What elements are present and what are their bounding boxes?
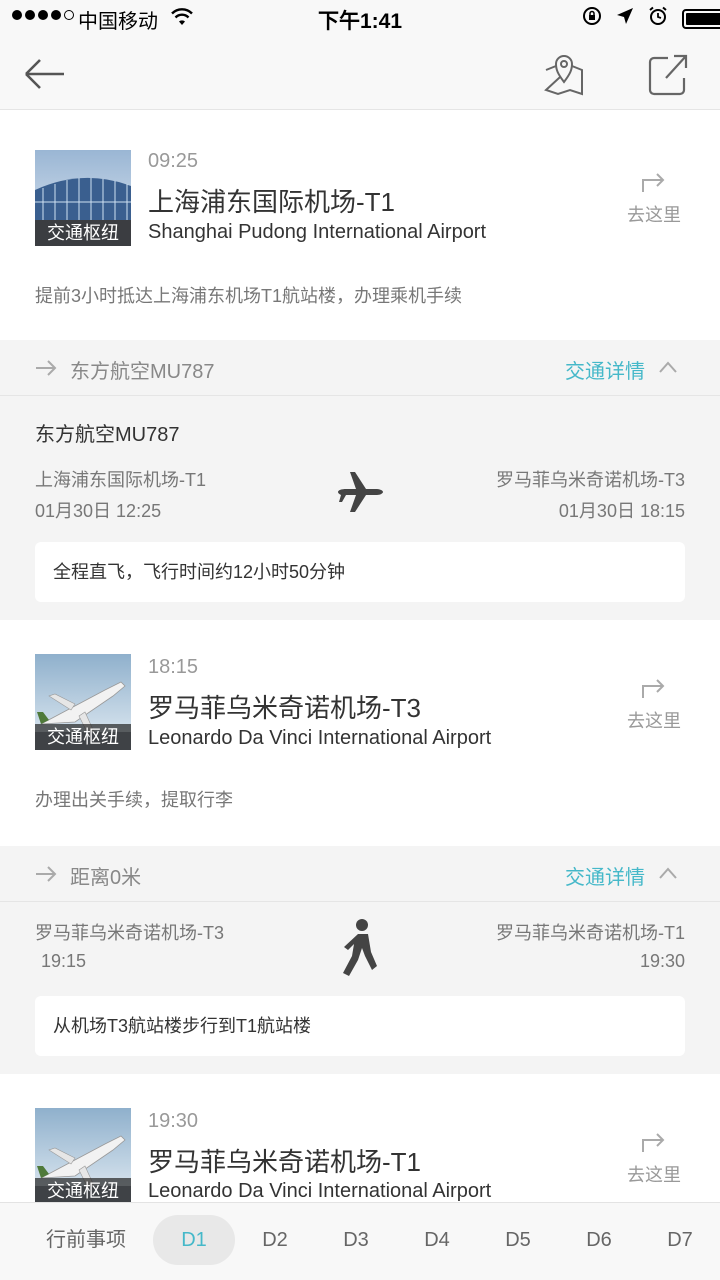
flight-number: 东方航空MU787 xyxy=(35,424,180,446)
transit-detail: 东方航空MU787 上海浦东国际机场-T1 01月30日 12:25 罗马菲乌米… xyxy=(0,396,720,620)
transit-from-time: 19:15 xyxy=(41,951,87,971)
go-here-label: 去这里 xyxy=(627,711,681,731)
right-arrow-icon xyxy=(36,360,57,376)
stop-time: 18:15 xyxy=(148,656,199,678)
transit-from: 罗马菲乌米奇诺机场-T3 xyxy=(35,923,224,943)
stop-card[interactable]: 交通枢纽 19:30 罗马菲乌米奇诺机场-T1 Leonardo Da Vinc… xyxy=(0,1074,720,1202)
transit-note: 从机场T3航站楼步行到T1航站楼 xyxy=(35,996,685,1056)
tab-d7[interactable]: D7 xyxy=(639,1215,720,1265)
go-here-button[interactable]: 去这里 xyxy=(612,674,696,733)
transit-title: 距离0米 xyxy=(70,867,142,889)
turn-right-icon xyxy=(642,679,665,698)
go-here-label: 去这里 xyxy=(627,1165,681,1185)
transit-to-time: 19:30 xyxy=(639,951,685,971)
go-here-label: 去这里 xyxy=(627,205,681,225)
tab-d3[interactable]: D3 xyxy=(315,1215,397,1265)
transit-detail: 罗马菲乌米奇诺机场-T3 19:15 罗马菲乌米奇诺机场-T1 19:30 从机… xyxy=(0,902,720,1074)
stop-time: 09:25 xyxy=(148,150,199,172)
transit-title: 东方航空MU787 xyxy=(70,361,215,383)
airplane-icon xyxy=(338,472,383,512)
stop-name: 罗马菲乌米奇诺机场-T1 xyxy=(148,1147,422,1177)
stop-name: 罗马菲乌米奇诺机场-T3 xyxy=(148,693,422,723)
stop-thumbnail: 交通枢纽 xyxy=(35,1108,131,1202)
tab-d1[interactable]: D1 xyxy=(153,1215,235,1265)
transit-from: 上海浦东国际机场-T1 xyxy=(35,470,206,490)
tab-d2[interactable]: D2 xyxy=(234,1215,316,1265)
day-tab-bar: 行前事项 D1 D2 D3 D4 D5 D6 D7 xyxy=(0,1202,720,1280)
stop-tag: 交通枢纽 xyxy=(35,724,131,750)
rotation-lock-icon xyxy=(582,6,602,31)
nav-bar xyxy=(0,38,720,110)
tab-d5[interactable]: D5 xyxy=(477,1215,559,1265)
stop-card[interactable]: 交通枢纽 18:15 罗马菲乌米奇诺机场-T3 Leonardo Da Vinc… xyxy=(0,620,720,846)
stop-thumbnail: 交通枢纽 xyxy=(35,150,131,246)
share-icon[interactable] xyxy=(644,50,692,98)
tab-pre-trip[interactable]: 行前事项 xyxy=(30,1215,142,1265)
battery-icon xyxy=(682,8,720,29)
transit-to: 罗马菲乌米奇诺机场-T1 xyxy=(496,923,685,943)
stop-name-en: Shanghai Pudong International Airport xyxy=(148,221,487,243)
stop-time: 19:30 xyxy=(148,1110,199,1132)
transit-from-time: 01月30日 12:25 xyxy=(35,501,162,521)
transit-detail-toggle[interactable]: 交通详情 xyxy=(565,861,645,890)
walking-icon xyxy=(343,919,377,976)
stop-card[interactable]: 交通枢纽 09:25 上海浦东国际机场-T1 Shanghai Pudong I… xyxy=(0,112,720,340)
go-here-button[interactable]: 去这里 xyxy=(612,168,696,227)
turn-right-icon xyxy=(642,1133,665,1152)
stop-name: 上海浦东国际机场-T1 xyxy=(148,187,396,217)
stop-note: 提前3小时抵达上海浦东机场T1航站楼，办理乘机手续 xyxy=(35,286,463,306)
transit-header[interactable]: 距离0米 交通详情 xyxy=(0,846,720,902)
transit-detail-toggle[interactable]: 交通详情 xyxy=(565,355,645,384)
chevron-up-icon[interactable] xyxy=(658,360,678,374)
location-arrow-icon xyxy=(616,7,634,30)
stop-note: 办理出关手续，提取行李 xyxy=(35,790,233,810)
transit-note: 全程直飞，飞行时间约12小时50分钟 xyxy=(35,542,685,602)
tab-d6[interactable]: D6 xyxy=(558,1215,640,1265)
tab-d4[interactable]: D4 xyxy=(396,1215,478,1265)
turn-right-icon xyxy=(642,173,665,192)
stop-tag: 交通枢纽 xyxy=(35,1178,131,1202)
back-arrow-icon[interactable] xyxy=(22,50,70,98)
stop-name-en: Leonardo Da Vinci International Airport xyxy=(148,727,492,749)
stop-name-en: Leonardo Da Vinci International Airport xyxy=(148,1180,492,1202)
stop-tag: 交通枢纽 xyxy=(35,220,131,246)
transit-to: 罗马菲乌米奇诺机场-T3 xyxy=(496,470,685,490)
go-here-button[interactable]: 去这里 xyxy=(612,1128,696,1187)
transit-to-time: 01月30日 18:15 xyxy=(558,501,685,521)
map-pin-icon[interactable] xyxy=(540,50,588,98)
transit-header[interactable]: 东方航空MU787 交通详情 xyxy=(0,340,720,396)
stop-thumbnail: 交通枢纽 xyxy=(35,654,131,750)
right-arrow-icon xyxy=(36,866,57,882)
alarm-icon xyxy=(648,6,668,31)
chevron-up-icon[interactable] xyxy=(658,866,678,880)
status-bar: 中国移动 下午1:41 xyxy=(0,0,720,38)
